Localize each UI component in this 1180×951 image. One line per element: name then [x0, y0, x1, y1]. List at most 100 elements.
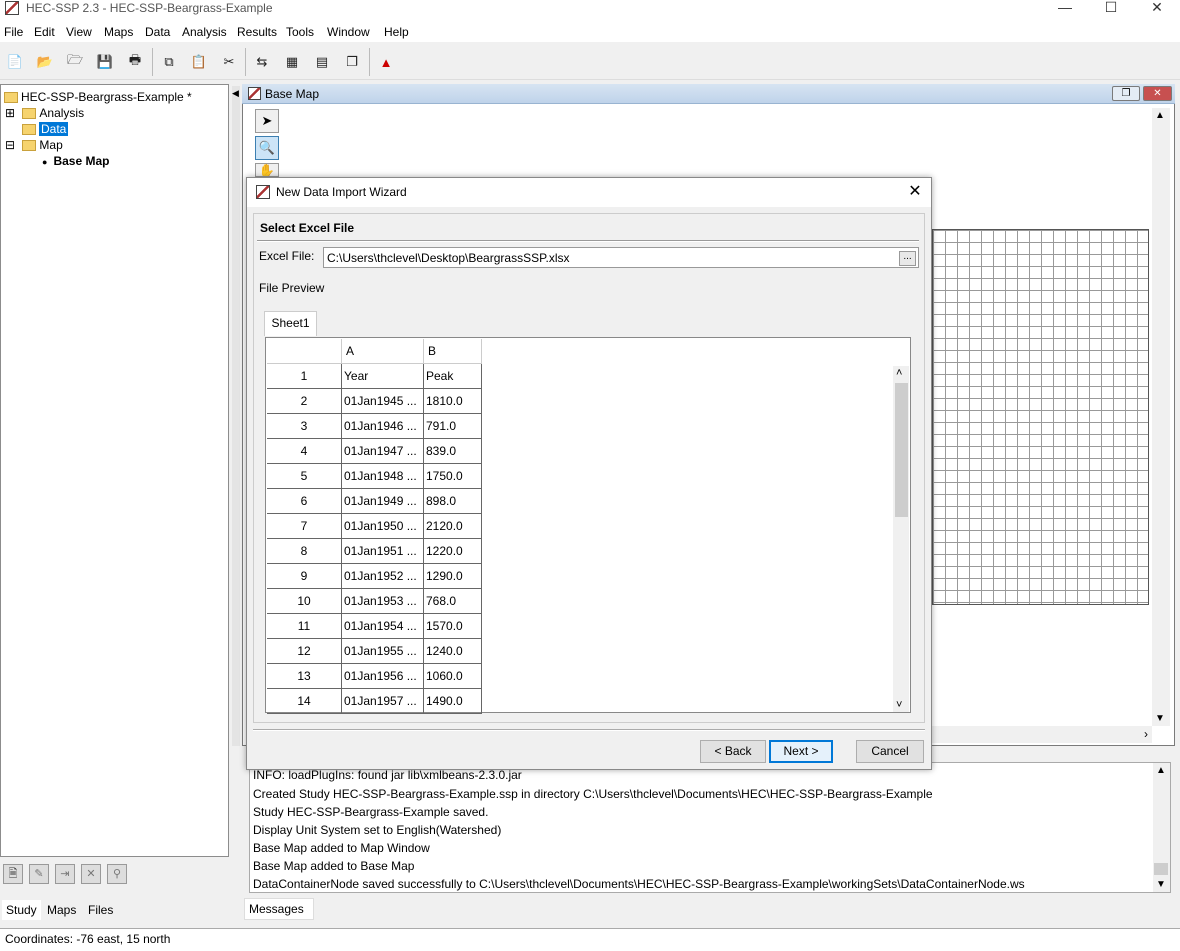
scroll-right-icon[interactable]: › [1144, 727, 1148, 741]
table-cell[interactable]: 1060.0 [424, 664, 482, 689]
table-cell[interactable]: 1290.0 [424, 564, 482, 589]
open-study-icon[interactable]: 📂 [34, 52, 56, 72]
dialog-close-button[interactable]: ✕ [902, 181, 928, 203]
messages-scrollbar[interactable]: ▲ ▼ [1153, 763, 1170, 892]
cancel-button[interactable]: Cancel [856, 740, 924, 763]
scroll-up-icon[interactable]: ▲ [1156, 765, 1166, 776]
table-cell[interactable]: 1570.0 [424, 614, 482, 639]
table-cell[interactable]: 839.0 [424, 439, 482, 464]
row-number[interactable]: 9 [267, 564, 342, 589]
table-cell[interactable]: 2120.0 [424, 514, 482, 539]
excel-file-input[interactable] [323, 247, 919, 268]
table-cell[interactable]: 1240.0 [424, 639, 482, 664]
table-cell[interactable]: 01Jan1952 ... [342, 564, 424, 589]
table-cell[interactable]: 01Jan1949 ... [342, 489, 424, 514]
scroll-down-icon[interactable]: ▼ [1156, 879, 1166, 890]
analysis-icon[interactable]: ▦ [281, 52, 303, 72]
maximize-button[interactable]: ☐ [1088, 0, 1134, 16]
table-cell[interactable]: 01Jan1951 ... [342, 539, 424, 564]
next-button[interactable]: Next > [769, 740, 833, 763]
close-button[interactable]: ✕ [1134, 0, 1180, 16]
table-cell[interactable]: 768.0 [424, 589, 482, 614]
row-number[interactable]: 11 [267, 614, 342, 639]
menu-data[interactable]: Data [145, 25, 170, 39]
tab-study[interactable]: Study [2, 900, 41, 920]
run-icon[interactable]: ⚲ [107, 864, 127, 884]
pan-tool-icon[interactable]: ✋ [255, 163, 279, 177]
collapse-icon[interactable]: ⊟ [5, 138, 15, 152]
tree-item-map[interactable]: ⊟ Map [5, 138, 63, 153]
layout-icon[interactable]: ▤ [311, 52, 333, 72]
expand-icon[interactable]: ⊞ [5, 106, 15, 120]
row-number[interactable]: 14 [267, 689, 342, 714]
table-cell[interactable]: 01Jan1946 ... [342, 414, 424, 439]
row-number[interactable]: 13 [267, 664, 342, 689]
zoom-tool-icon[interactable]: 🔍 [255, 136, 279, 160]
table-cell[interactable]: 1810.0 [424, 389, 482, 414]
table-cell[interactable]: 1220.0 [424, 539, 482, 564]
tree-item-base-map[interactable]: ● Base Map [42, 154, 109, 169]
table-cell[interactable]: 01Jan1955 ... [342, 639, 424, 664]
save-icon[interactable]: 💾 [94, 52, 116, 72]
minimize-button[interactable]: — [1042, 0, 1088, 16]
map-vertical-scrollbar[interactable]: ▲ ▼ [1152, 108, 1170, 726]
menu-edit[interactable]: Edit [34, 25, 55, 39]
import-icon[interactable]: ⇥ [55, 864, 75, 884]
data-import-icon[interactable]: ⇆ [251, 52, 273, 72]
close-window-button[interactable]: ✕ [1143, 86, 1172, 101]
row-number[interactable]: 4 [267, 439, 342, 464]
paste-icon[interactable]: 📋 [188, 52, 210, 72]
tree-root[interactable]: HEC-SSP-Beargrass-Example * [4, 90, 192, 105]
table-cell[interactable]: 01Jan1950 ... [342, 514, 424, 539]
back-button[interactable]: < Back [700, 740, 766, 763]
scroll-down-icon[interactable]: ˅ [896, 699, 902, 711]
column-header[interactable]: A [342, 339, 424, 364]
table-cell[interactable]: 791.0 [424, 414, 482, 439]
corner-header[interactable] [267, 339, 342, 364]
row-number[interactable]: 8 [267, 539, 342, 564]
print-icon[interactable]: 🖶 [124, 52, 146, 72]
cascade-icon[interactable]: ❐ [341, 52, 363, 72]
tab-maps[interactable]: Maps [43, 900, 80, 920]
row-number[interactable]: 2 [267, 389, 342, 414]
row-number[interactable]: 3 [267, 414, 342, 439]
tree-item-data[interactable]: Data [22, 122, 69, 137]
tab-sheet1[interactable]: Sheet1 [264, 311, 317, 336]
menu-window[interactable]: Window [327, 25, 370, 39]
edit-icon[interactable]: ✎ [29, 864, 49, 884]
scroll-thumb[interactable] [1154, 863, 1168, 875]
column-header[interactable]: B [424, 339, 482, 364]
table-cell[interactable]: Peak [424, 364, 482, 389]
table-cell[interactable]: 01Jan1954 ... [342, 614, 424, 639]
restore-window-button[interactable]: ❐ [1112, 86, 1140, 101]
menu-results[interactable]: Results [237, 25, 277, 39]
scroll-up-icon[interactable]: ˄ [896, 367, 902, 379]
tree-item-analysis[interactable]: ⊞ Analysis [5, 106, 84, 121]
menu-help[interactable]: Help [384, 25, 409, 39]
table-cell[interactable]: 01Jan1948 ... [342, 464, 424, 489]
scroll-up-icon[interactable]: ▲ [1155, 110, 1165, 121]
delete-icon[interactable]: ✕ [81, 864, 101, 884]
cut-icon[interactable]: ✂ [218, 52, 240, 72]
menu-analysis[interactable]: Analysis [182, 25, 227, 39]
table-cell[interactable]: 01Jan1957 ... [342, 689, 424, 714]
row-number[interactable]: 1 [267, 364, 342, 389]
row-number[interactable]: 7 [267, 514, 342, 539]
new-study-icon[interactable]: 📄 [4, 52, 26, 72]
row-number[interactable]: 10 [267, 589, 342, 614]
menu-file[interactable]: File [4, 25, 23, 39]
panel-collapse-handle[interactable]: ◀ [232, 86, 240, 746]
open-example-icon[interactable]: 🗁 [64, 52, 86, 72]
tab-messages[interactable]: Messages [244, 898, 314, 920]
menu-tools[interactable]: Tools [286, 25, 314, 39]
row-number[interactable]: 12 [267, 639, 342, 664]
chart-icon[interactable]: ▲ [375, 52, 397, 72]
row-number[interactable]: 5 [267, 464, 342, 489]
copy-icon[interactable]: ⧉ [158, 52, 180, 72]
table-cell[interactable]: 1490.0 [424, 689, 482, 714]
table-cell[interactable]: 01Jan1953 ... [342, 589, 424, 614]
table-cell[interactable]: 1750.0 [424, 464, 482, 489]
table-cell[interactable]: 01Jan1947 ... [342, 439, 424, 464]
browse-button[interactable]: ... [899, 251, 916, 266]
scroll-down-icon[interactable]: ▼ [1155, 713, 1165, 724]
